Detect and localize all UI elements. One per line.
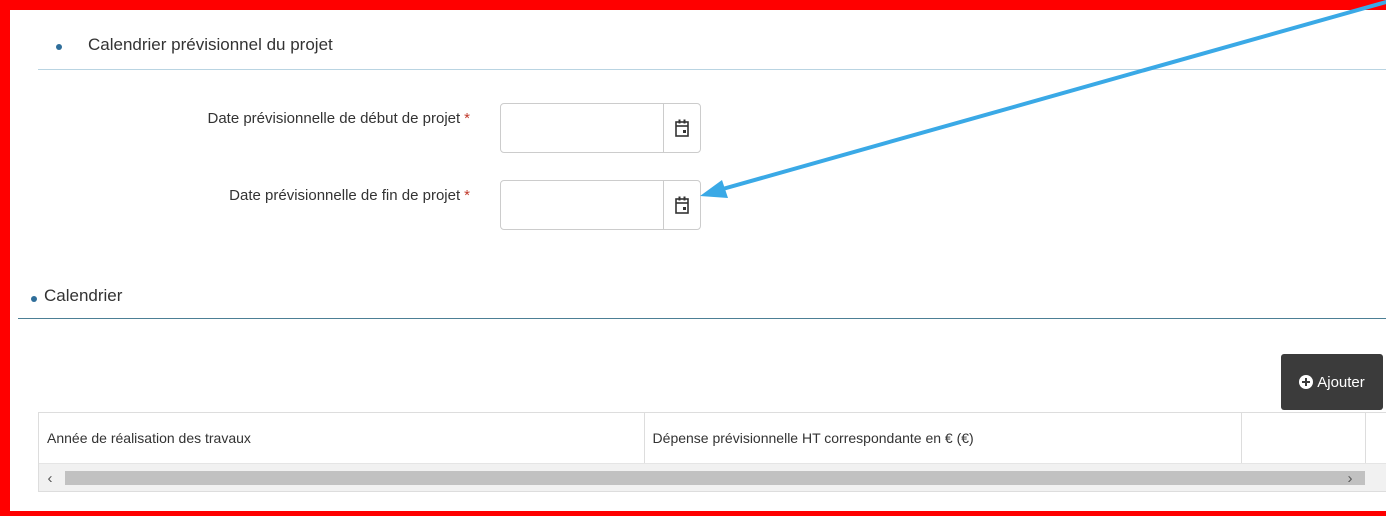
section-bullet: [56, 44, 62, 50]
start-date-label: Date prévisionnelle de début de projet *: [207, 110, 470, 127]
column-header-depense: Dépense prévisionnelle HT correspondante…: [645, 413, 1243, 463]
add-button-label: Ajouter: [1317, 373, 1365, 391]
end-date-label-text: Date prévisionnelle de fin de projet: [229, 187, 461, 204]
plus-circle-icon: [1299, 375, 1314, 389]
chevron-right-icon[interactable]: ›: [1341, 468, 1359, 488]
end-date-label: Date prévisionnelle de fin de projet *: [229, 187, 470, 204]
required-marker: *: [464, 110, 470, 127]
calendar-icon: [675, 196, 689, 214]
horizontal-scrollbar[interactable]: ‹ ›: [39, 463, 1386, 491]
section-divider: [38, 69, 1386, 70]
chevron-left-icon[interactable]: ‹: [41, 468, 59, 488]
column-header-extra: [1366, 413, 1386, 463]
section-title-calendrier: Calendrier: [44, 286, 123, 305]
end-date-input[interactable]: [501, 181, 663, 229]
section-divider: [18, 318, 1386, 319]
add-button[interactable]: Ajouter: [1281, 354, 1383, 410]
start-date-calendar-button[interactable]: [663, 104, 700, 152]
start-date-label-text: Date prévisionnelle de début de projet: [207, 110, 461, 127]
start-date-input[interactable]: [501, 104, 663, 152]
start-date-field: [500, 103, 701, 153]
scrollbar-thumb[interactable]: [65, 471, 1365, 485]
section-title-projet: Calendrier prévisionnel du projet: [88, 35, 333, 54]
calendar-table: Année de réalisation des travaux Dépense…: [38, 412, 1386, 492]
calendar-icon: [675, 119, 689, 137]
column-header-actions: [1242, 413, 1367, 463]
table-header-row: Année de réalisation des travaux Dépense…: [39, 413, 1386, 463]
end-date-field: [500, 180, 701, 230]
required-marker: *: [464, 187, 470, 204]
column-header-annee: Année de réalisation des travaux: [39, 413, 645, 463]
end-date-calendar-button[interactable]: [663, 181, 700, 229]
section-bullet: [31, 296, 37, 302]
